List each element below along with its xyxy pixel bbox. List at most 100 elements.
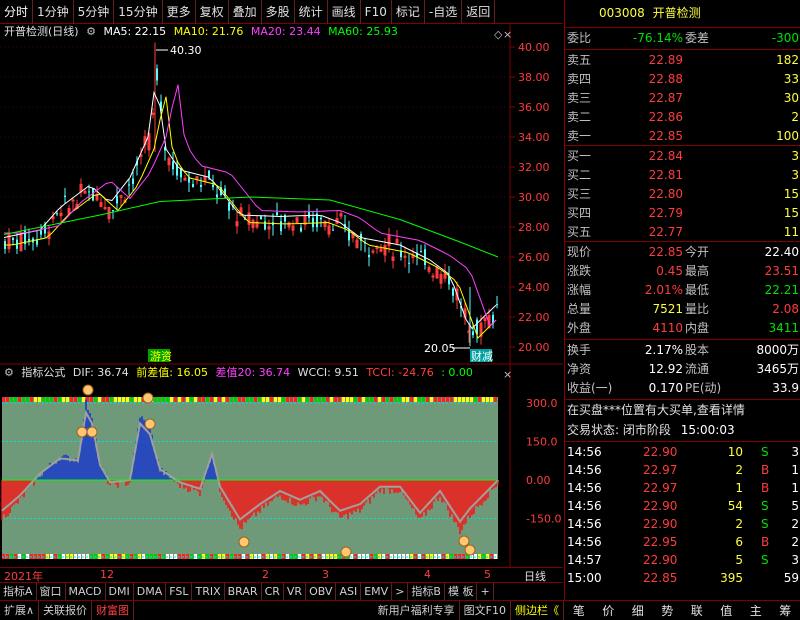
top-strip-cell [238,397,241,402]
top-strip-cell [302,397,305,402]
stat-value-2: 22.40 [764,245,799,259]
ask-vol: 30 [783,91,799,105]
top-strip-cell [346,397,349,402]
tick-side: B [761,481,770,495]
tab-12[interactable]: EMV [361,582,393,601]
toolbar-item-13[interactable]: 返回 [462,0,496,24]
notice[interactable]: 在买盘***位置有大买单,查看详情 [565,401,800,420]
bid-label: 买四 [567,206,592,220]
badge-right[interactable]: 财减 [471,349,493,363]
chart-canvas[interactable]: 40.0038.0036.0034.0032.0030.0028.0026.00… [0,0,564,600]
hand-marker-icon [82,384,94,396]
candle-body [172,161,174,170]
ask-label: 卖五 [567,53,592,67]
toolbar-item-3[interactable]: 15分钟 [114,0,163,24]
ask-vol: 33 [783,72,799,86]
badge-left[interactable]: 游资 [150,350,172,363]
top-strip-cell [30,397,33,402]
bottom-right-1[interactable]: 图文F10 [460,600,511,620]
toolbar-item-9[interactable]: 画线 [328,0,361,24]
ask-row-3: 卖二 22.86 2 [565,108,800,127]
tab-16[interactable]: + [477,582,494,601]
tab-1[interactable]: 窗口 [37,582,66,601]
top-strip-cell [54,397,57,402]
tab-13[interactable]: > [392,582,409,601]
tab-10[interactable]: OBV [306,582,337,601]
tab-7[interactable]: BRAR [225,582,262,601]
price-tick-label: 38.00 [518,71,550,84]
stat-row-3: 总量 7521 量比 2.08 [565,300,800,319]
settings-icon-2[interactable]: ⚙ [4,366,14,379]
panel-button-0[interactable]: 笔 [573,602,585,619]
close-icon[interactable]: × [503,28,512,41]
tick-row-0: 14:56 22.90 10 S 3 [565,443,800,462]
panel-buttons: 笔价 细势 联值 主筹 [564,602,800,619]
toolbar-item-1[interactable]: 1分钟 [33,0,74,24]
tab-2[interactable]: MACD [66,582,106,601]
panel-button-7[interactable]: 筹 [779,602,791,619]
bottom-right-2[interactable]: 侧边栏《 [511,600,564,620]
toolbar-item-0[interactable]: 分时 [0,0,34,24]
top-strip-cell [418,397,421,402]
tab-15[interactable]: 模 板 [445,582,478,601]
tick-time: 14:56 [567,445,602,459]
tick-time: 14:56 [567,499,602,513]
tab-6[interactable]: TRIX [192,582,225,601]
top-strip-cell [250,397,253,402]
ask-label: 卖二 [567,110,592,124]
stat-value: 2.01% [644,283,683,297]
tab-9[interactable]: VR [284,582,307,601]
top-strip-cell [342,397,345,402]
stat2-label: 收益(一) [567,381,613,395]
candle-body [116,196,118,204]
stat2-value-2: 3465万 [756,362,799,376]
tab-0[interactable]: 指标A [0,582,37,601]
top-strip-cell [454,397,457,402]
panel-button-1[interactable]: 价 [602,602,614,619]
toolbar-item-4[interactable]: 更多 [163,0,196,24]
tab-3[interactable]: DMI [106,582,134,601]
panel-button-4[interactable]: 联 [691,602,703,619]
toolbar-item-2[interactable]: 5分钟 [74,0,115,24]
bid-row-0: 买一 22.84 3 [565,147,800,166]
tab-4[interactable]: DMA [134,582,167,601]
tab-14[interactable]: 指标B [408,582,445,601]
tab-5[interactable]: FSL [166,582,193,601]
panel-button-6[interactable]: 主 [750,602,762,619]
top-strip-cell [14,397,17,402]
indicator-name[interactable]: 指标公式 [21,366,65,379]
diamond-icon[interactable]: ◇ [494,28,503,41]
toolbar-item-10[interactable]: F10 [361,0,392,24]
indicator-close-icon[interactable]: × [503,368,512,381]
tab-11[interactable]: ASI [336,582,362,601]
ask-row-4: 卖一 22.85 100 [565,127,800,146]
toolbar-item-8[interactable]: 统计 [295,0,328,24]
hand-marker-icon [340,546,352,558]
panel-button-2[interactable]: 细 [632,602,644,619]
panel-button-5[interactable]: 值 [720,602,732,619]
tick-count: 2 [791,535,799,549]
bottom-left-2[interactable]: 财富图 [92,600,135,620]
candle-body [200,184,202,187]
bottom-left-1[interactable]: 关联报价 [39,600,93,620]
tick-vol: 5 [735,553,743,567]
stat-value: 4110 [652,321,683,335]
candle-body [28,238,30,241]
date-label-4: 4 [424,568,431,581]
toolbar-item-5[interactable]: 复权 [196,0,229,24]
tab-8[interactable]: CR [262,582,284,601]
bottom-right-0[interactable]: 新用户福利专享 [374,600,460,620]
settings-icon[interactable]: ⚙ [86,25,96,38]
price-tick-label: 26.00 [518,251,550,264]
toolbar-item-11[interactable]: 标记 [392,0,425,24]
toolbar-item-6[interactable]: 叠加 [229,0,262,24]
price-tick-label: 36.00 [518,101,550,114]
stat2-value-2: 8000万 [756,343,799,357]
top-strip-cell [470,397,473,402]
panel-button-3[interactable]: 势 [661,602,673,619]
toolbar-item-7[interactable]: 多股 [262,0,295,24]
bid-vol: 3 [791,149,799,163]
tick-price: 22.90 [643,553,678,567]
toolbar-item-12[interactable]: -自选 [425,0,463,24]
bottom-left-0[interactable]: 扩展∧ [0,600,40,620]
